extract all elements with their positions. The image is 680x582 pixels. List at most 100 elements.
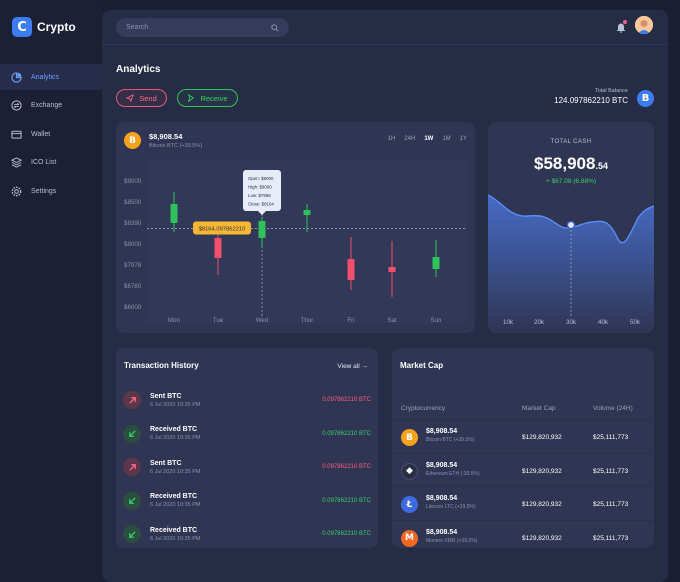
market-cap-card: Market Cap Cryptocurrency Market Cap Vol… (392, 348, 654, 548)
transaction-amount: 0.097862210 BTC (322, 430, 371, 437)
tooltip-high: High: $8000 (248, 185, 272, 190)
exchange-icon (10, 100, 22, 112)
x-tick-label: Sat (387, 317, 397, 324)
arrow-down-left-icon (123, 424, 141, 443)
candle-body (432, 257, 440, 269)
transaction-row[interactable]: Sent BTC 6 Jul 2020 10:35 PM 0.097862210 B… (123, 388, 371, 412)
transaction-row[interactable]: Received BTC 6 Jul 2020 10:35 PM 0.0978622… (123, 522, 371, 546)
send-label: Send (139, 93, 157, 103)
total-cash-card: 10k 20k 30k 40k 50k TOTAL CASH $58,908.54 + … (488, 122, 654, 333)
column-header-market-cap[interactable]: Market Cap (522, 405, 556, 412)
candle-body (303, 210, 311, 215)
y-tick-label: $8000 (124, 241, 142, 248)
coin-volume: $25,111,773 (593, 434, 629, 441)
search-input[interactable]: Search (116, 18, 289, 37)
market-cap-row[interactable]: Ł $8,908.54 Litecoin LTC (+39.5%) $129,820,… (392, 486, 654, 519)
receive-label: Receive (200, 93, 228, 103)
total-cash-change: + $67.08 (6.88%) (545, 178, 597, 185)
layers-icon (10, 157, 22, 169)
receive-button[interactable]: Receive (177, 89, 238, 107)
transaction-row[interactable]: Sent BTC 6 Jul 2020 10:35 PM 0.097862210 B… (123, 455, 371, 479)
notification-dot (623, 20, 627, 24)
eth-coin-icon: ◆ (401, 462, 418, 480)
sidebar-item-ico-list[interactable]: ICO List (0, 150, 102, 176)
transaction-date: 6 Jul 2020 10:35 PM (150, 468, 201, 475)
transaction-row[interactable]: Received BTC 6 Jul 2020 10:35 PM 0.0978622… (123, 489, 371, 513)
send-button[interactable]: Send (116, 89, 167, 107)
receive-icon (188, 94, 195, 102)
avatar[interactable] (635, 16, 653, 34)
app-name: Crypto (37, 20, 76, 34)
sidebar-item-analytics[interactable]: Analytics (0, 64, 102, 90)
y-tick-label: $8390 (124, 220, 142, 227)
y-tick-label: $8500 (124, 199, 142, 206)
coin-market-cap: $129,820,932 (522, 467, 562, 475)
coin-price: $8,908.54 (426, 428, 458, 435)
sidebar-item-label: Wallet (31, 130, 51, 138)
price-chart-card: B $8,908.54 Bitcoin BTC (+39.5%) 1H 24H … (116, 122, 475, 333)
tooltip-close: Close: $8164 (248, 202, 274, 207)
y-tick-label: $6780 (124, 283, 142, 290)
total-cash-decimal: .54 (595, 161, 608, 171)
coin-name: Bitcoin BTC (+39.5%) (426, 437, 475, 443)
arrow-up-right-icon (123, 391, 141, 409)
app-logo[interactable]: C Crypto (12, 17, 76, 37)
sidebar-item-exchange[interactable]: Exchange (0, 93, 102, 119)
search-icon[interactable] (271, 23, 279, 32)
x-tick-label: 40k (598, 319, 609, 326)
x-tick-label: 20k (534, 319, 545, 326)
x-tick-label: Tue (213, 317, 224, 324)
tooltip-pointer (258, 211, 266, 215)
gear-icon (10, 185, 22, 197)
tooltip-open: Open: $8000 (248, 176, 274, 181)
transaction-amount: 0.097862210 BTC (322, 464, 371, 470)
x-tick-label: 10k (503, 319, 514, 326)
btc-coin-icon: B (401, 429, 418, 446)
y-tick-label: $7978 (124, 262, 142, 269)
x-tick-label: 30k (566, 319, 577, 326)
search-placeholder: Search (126, 24, 149, 31)
sidebar-item-label: Settings (31, 187, 57, 195)
view-all-link[interactable]: View all → (337, 363, 368, 370)
ltc-coin-icon: Ł (401, 496, 418, 513)
transaction-date: 6 Jul 2020 10:35 PM (150, 502, 201, 508)
coin-price: $8,908.54 (426, 495, 458, 502)
sidebar-item-wallet[interactable]: Wallet (0, 121, 102, 147)
total-balance-value: 124.097862210 BTC (554, 96, 628, 105)
pie-chart-icon (10, 71, 22, 83)
total-cash-main: $58,908 (534, 154, 596, 173)
sidebar-item-settings[interactable]: Settings (0, 178, 102, 204)
tooltip-low: Low: $7958 (248, 193, 271, 198)
arrow-down-left-icon (123, 491, 141, 510)
column-header-cryptocurrency[interactable]: Cryptocurrency (401, 405, 445, 412)
column-header-volume[interactable]: Volume (24H) (593, 405, 633, 412)
transaction-name: Received BTC (150, 426, 198, 433)
coin-market-cap: $129,820,932 (522, 534, 562, 542)
x-tick-label: Fri (347, 317, 354, 324)
y-tick-label: $6000 (124, 304, 142, 311)
transaction-row[interactable]: Received BTC 6 Jul 2020 10:35 PM 0.0978622… (123, 422, 371, 446)
sidebar-item-label: Exchange (31, 102, 63, 110)
sidebar-item-label: ICO List (31, 159, 57, 167)
page-title: Analytics (116, 64, 161, 75)
market-cap-row[interactable]: M $8,908.54 Monero XMR (+39.5%) $129,820,93… (392, 519, 654, 553)
coin-price: $8,908.54 (426, 528, 458, 536)
x-tick-label: Sun (430, 317, 442, 324)
coin-volume: $25,111,773 (593, 501, 629, 508)
sidebar-item-label: Analytics (31, 73, 60, 81)
transaction-history-title: Transaction History (124, 361, 199, 370)
coin-volume: $25,111,773 (593, 534, 629, 542)
transaction-name: Sent BTC (150, 459, 182, 467)
coin-name: Litecoin LTC (+39.5%) (426, 504, 476, 510)
highlight-dot (566, 220, 576, 230)
transaction-name: Received BTC (150, 526, 198, 534)
market-cap-title: Market Cap (400, 361, 444, 370)
y-tick-label: $9000 (124, 178, 142, 185)
market-cap-row[interactable]: ◆ $8,908.54 Ethereum ETH (-39.5%) $129,820,… (392, 452, 654, 486)
price-label: $8164.097862210 (199, 227, 246, 233)
market-cap-row[interactable]: B $8,908.54 Bitcoin BTC (+39.5%) $129,820,9… (392, 419, 654, 452)
transaction-date: 6 Jul 2020 10:35 PM (150, 401, 201, 408)
transaction-date: 6 Jul 2020 10:35 PM (150, 435, 201, 441)
candlestick-chart[interactable]: $9000 $8500 $8390 $8000 $7978 $6780 $6000 Mon Tu… (116, 122, 475, 333)
candle-body (347, 259, 355, 280)
